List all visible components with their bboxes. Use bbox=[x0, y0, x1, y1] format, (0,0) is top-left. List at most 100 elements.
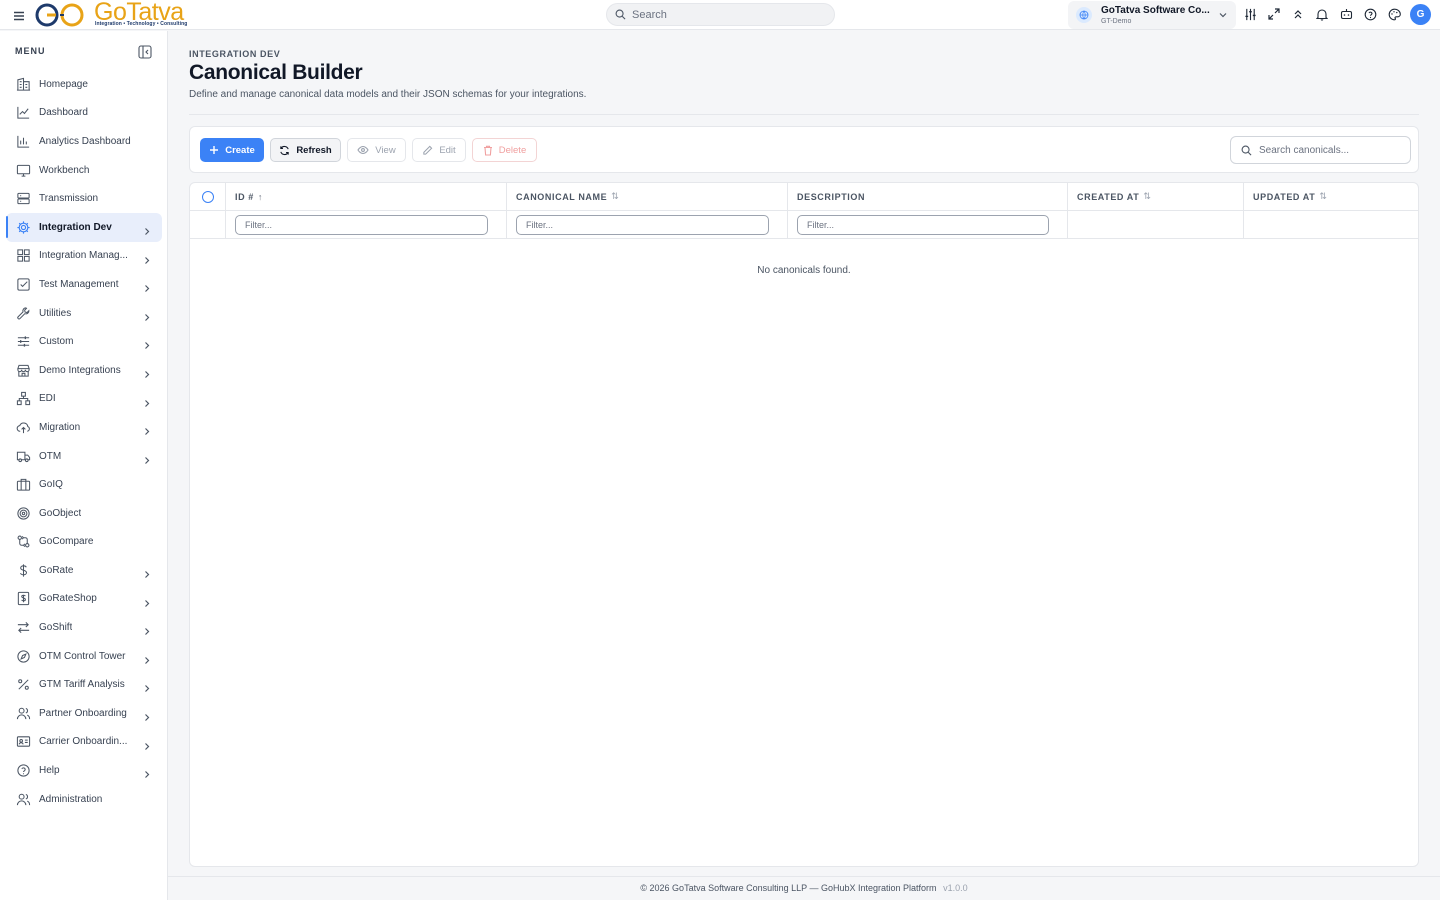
chevron-right-icon bbox=[143, 652, 151, 670]
sidebar-item-analytics-dashboard[interactable]: Analytics Dashboard bbox=[6, 127, 162, 156]
sidebar-item-goobject[interactable]: GoObject bbox=[6, 499, 162, 528]
edit-label: Edit bbox=[439, 144, 456, 156]
sidebar-item-gorate[interactable]: GoRate bbox=[6, 556, 162, 585]
sidebar-item-gorateshop[interactable]: GoRateShop bbox=[6, 585, 162, 614]
header-divider bbox=[189, 114, 1419, 115]
user-avatar[interactable]: G bbox=[1410, 4, 1431, 25]
global-search-input[interactable]: Search bbox=[606, 3, 835, 26]
search-icon bbox=[615, 9, 626, 20]
id-filter-input[interactable]: Filter... bbox=[235, 214, 488, 235]
select-all-checkbox[interactable] bbox=[201, 190, 214, 203]
column-header-canonical-name[interactable]: CANONICAL NAME ⇅ bbox=[507, 183, 788, 210]
delete-button[interactable]: Delete bbox=[472, 138, 537, 162]
select-all-cell bbox=[190, 183, 226, 210]
edit-button[interactable]: Edit bbox=[412, 138, 466, 162]
chevron-down-icon bbox=[1219, 13, 1227, 18]
git-compare-icon bbox=[15, 534, 31, 550]
sidebar-item-label: Demo Integrations bbox=[39, 364, 121, 376]
trash-icon bbox=[483, 145, 492, 156]
dollar-icon bbox=[15, 562, 31, 578]
collapse-sidebar-icon[interactable] bbox=[138, 45, 152, 59]
page-description: Define and manage canonical data models … bbox=[189, 89, 587, 100]
sidebar-item-test-management[interactable]: Test Management bbox=[6, 270, 162, 299]
canonical-search-input[interactable]: Search canonicals... bbox=[1230, 136, 1411, 164]
bot-icon[interactable] bbox=[1338, 5, 1354, 23]
sliders-icon[interactable] bbox=[1242, 5, 1258, 23]
sidebar-item-utilities[interactable]: Utilities bbox=[6, 299, 162, 328]
filter-cell: Filter... bbox=[507, 211, 788, 238]
canonicals-table: ID # ↑ CANONICAL NAME ⇅ DESCRIPTION CREA… bbox=[189, 182, 1419, 867]
sidebar-item-workbench[interactable]: Workbench bbox=[6, 156, 162, 185]
sidebar-item-label: GoObject bbox=[39, 507, 82, 519]
wrench-icon bbox=[15, 305, 31, 321]
compass-icon bbox=[15, 648, 31, 664]
gotatva-logo[interactable]: GoTatva Integration • Technology • Consu… bbox=[34, 0, 187, 30]
org-switcher[interactable]: GoTatva Software Co... GT-Demo bbox=[1068, 1, 1236, 29]
users-icon bbox=[15, 705, 31, 721]
create-button[interactable]: Create bbox=[200, 138, 264, 162]
palette-icon[interactable] bbox=[1386, 5, 1402, 23]
sidebar-item-demo-integrations[interactable]: Demo Integrations bbox=[6, 356, 162, 385]
sidebar-item-gtm-tariff-analysis[interactable]: GTM Tariff Analysis bbox=[6, 670, 162, 699]
sidebar-item-custom[interactable]: Custom bbox=[6, 327, 162, 356]
chevron-right-icon bbox=[143, 566, 151, 584]
eye-icon bbox=[357, 145, 369, 155]
column-header-updated-at[interactable]: UPDATED AT ⇅ bbox=[1244, 183, 1418, 210]
chevron-right-icon bbox=[143, 680, 151, 698]
org-name: GoTatva Software Co... bbox=[1101, 4, 1210, 16]
filter-cell-empty bbox=[1068, 211, 1244, 238]
sidebar-item-homepage[interactable]: Homepage bbox=[6, 70, 162, 99]
sidebar-item-gocompare[interactable]: GoCompare bbox=[6, 528, 162, 557]
sidebar-item-label: EDI bbox=[39, 393, 56, 405]
sidebar-item-label: GoRateShop bbox=[39, 593, 97, 605]
sidebar-item-partner-onboarding[interactable]: Partner Onboarding bbox=[6, 699, 162, 728]
expand-icon[interactable] bbox=[1266, 5, 1282, 23]
column-header-id[interactable]: ID # ↑ bbox=[226, 183, 507, 210]
sidebar-item-help[interactable]: Help bbox=[6, 756, 162, 785]
logo-mark-icon bbox=[35, 3, 84, 27]
page-title: Canonical Builder bbox=[189, 61, 363, 84]
sidebar-item-edi[interactable]: EDI bbox=[6, 385, 162, 414]
sidebar-item-transmission[interactable]: Transmission bbox=[6, 184, 162, 213]
cloud-upload-icon bbox=[15, 419, 31, 435]
sidebar-item-goshift[interactable]: GoShift bbox=[6, 613, 162, 642]
column-header-label: DESCRIPTION bbox=[797, 191, 866, 202]
sidebar-item-administration[interactable]: Administration bbox=[6, 785, 162, 814]
sidebar-item-label: Partner Onboarding bbox=[39, 707, 127, 719]
chevron-right-icon bbox=[143, 337, 151, 355]
bell-icon[interactable] bbox=[1314, 5, 1330, 23]
receipt-dollar-icon bbox=[15, 591, 31, 607]
plus-icon bbox=[210, 146, 219, 154]
chevron-right-icon bbox=[143, 309, 151, 327]
sidebar-item-integration-manag[interactable]: Integration Manag... bbox=[6, 242, 162, 271]
refresh-button[interactable]: Refresh bbox=[270, 138, 341, 162]
chevron-right-icon bbox=[143, 395, 151, 413]
hamburger-menu-icon[interactable] bbox=[13, 9, 25, 21]
sidebar-item-otm-control-tower[interactable]: OTM Control Tower bbox=[6, 642, 162, 671]
sidebar-item-integration-dev[interactable]: Integration Dev bbox=[6, 212, 162, 242]
column-header-description: DESCRIPTION bbox=[788, 183, 1068, 210]
sidebar-item-label: GoCompare bbox=[39, 536, 94, 548]
column-header-label: ID # bbox=[235, 191, 254, 202]
sidebar-item-otm[interactable]: OTM bbox=[6, 442, 162, 471]
empty-state-message: No canonicals found. bbox=[757, 265, 851, 276]
description-filter-input[interactable]: Filter... bbox=[797, 214, 1049, 235]
name-filter-input[interactable]: Filter... bbox=[516, 214, 769, 235]
help-icon[interactable] bbox=[1362, 5, 1378, 23]
refresh-icon bbox=[280, 145, 290, 155]
chevrons-up-icon[interactable] bbox=[1290, 5, 1306, 23]
logo-tagline: Integration • Technology • Consulting bbox=[95, 21, 188, 27]
column-header-created-at[interactable]: CREATED AT ⇅ bbox=[1068, 183, 1244, 210]
sidebar-item-label: OTM bbox=[39, 450, 62, 462]
footer-version: v1.0.0 bbox=[943, 883, 968, 893]
network-icon bbox=[15, 391, 31, 407]
chevron-right-icon bbox=[143, 595, 151, 613]
truck-icon bbox=[15, 448, 31, 464]
view-button[interactable]: View bbox=[347, 138, 406, 162]
menu-title: MENU bbox=[15, 46, 46, 56]
sidebar-item-migration[interactable]: Migration bbox=[6, 413, 162, 442]
filter-cell-empty bbox=[1244, 211, 1418, 238]
sidebar-item-carrier-onboardin[interactable]: Carrier Onboardin... bbox=[6, 728, 162, 757]
sidebar-item-goiq[interactable]: GoIQ bbox=[6, 470, 162, 499]
sidebar-item-dashboard[interactable]: Dashboard bbox=[6, 99, 162, 128]
